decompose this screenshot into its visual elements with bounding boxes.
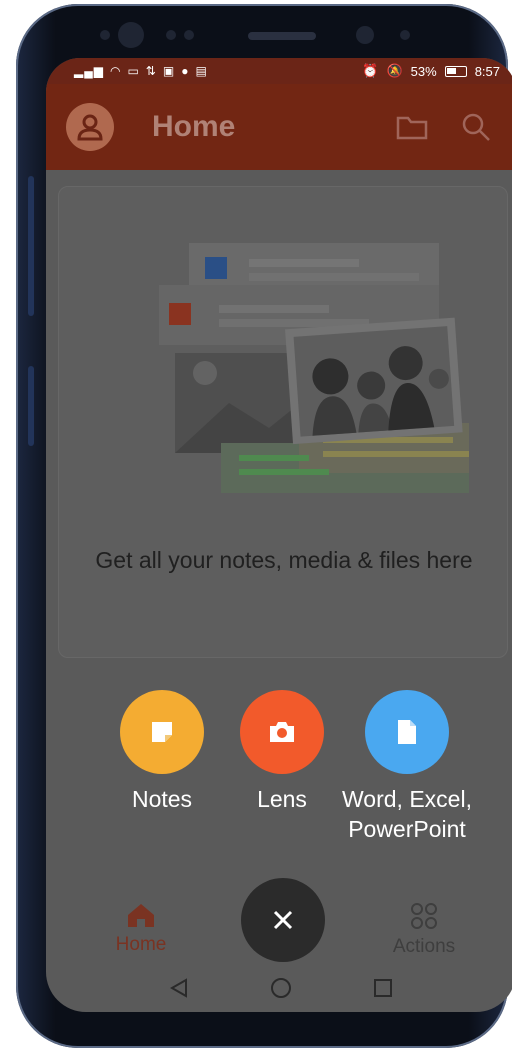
folder-button[interactable] (392, 107, 432, 147)
system-navigation-bar (46, 964, 512, 1012)
cast-icon: ▭ (127, 64, 140, 78)
status-icons-right: ⏰ 🔕 53% 8:57 (362, 63, 500, 79)
empty-state-card: Get all your notes, media & files here (58, 186, 508, 658)
sensor-dot (118, 22, 144, 48)
office-docs-option[interactable]: Word, Excel, PowerPoint (332, 690, 482, 844)
lens-button[interactable] (240, 690, 324, 774)
back-button[interactable] (164, 973, 194, 1003)
notes-label: Notes (131, 786, 193, 812)
empty-state-message: Get all your notes, media & files here (95, 547, 473, 573)
notes-option[interactable]: Notes (92, 690, 232, 814)
folder-icon (396, 116, 428, 140)
search-icon (462, 113, 490, 141)
page-title: Home (152, 110, 236, 143)
person-icon (77, 114, 103, 141)
battery-percent: 53% (410, 63, 437, 79)
bottom-navigation: Home Actions (46, 878, 512, 962)
alarm-icon: ⏰ (362, 63, 379, 78)
actions-grid-icon (411, 903, 437, 929)
sync-icon: ⇅ (145, 64, 157, 78)
office-docs-label-line2: PowerPoint (348, 816, 466, 842)
back-triangle-icon (169, 978, 187, 998)
close-menu-button[interactable] (241, 878, 325, 962)
search-button[interactable] (456, 107, 496, 147)
nav-home[interactable]: Home (81, 902, 201, 956)
lens-option[interactable]: Lens (212, 690, 352, 814)
notes-button[interactable] (120, 690, 204, 774)
screen: ▂▄▆ ◠ ▭ ⇅ ▣ ● ▤ ⏰ 🔕 53% 8:57 Home Get al… (46, 58, 512, 1012)
home-system-button[interactable] (266, 973, 296, 1003)
home-circle-icon (271, 978, 291, 998)
recents-square-icon (374, 979, 392, 997)
office-docs-label: Word, Excel, PowerPoint (332, 784, 482, 844)
app-bar: Home (46, 84, 512, 170)
sensor-dot (400, 30, 410, 40)
status-time: 8:57 (474, 63, 500, 79)
home-icon (128, 904, 154, 927)
sticky-note-icon (152, 722, 172, 742)
status-bar: ▂▄▆ ◠ ▭ ⇅ ▣ ● ▤ ⏰ 🔕 53% 8:57 (46, 58, 512, 84)
document-icon (398, 720, 416, 744)
lens-label: Lens (257, 786, 307, 812)
office-docs-label-line1: Word, Excel, (342, 786, 472, 812)
front-camera (356, 26, 374, 44)
avatar[interactable] (66, 103, 114, 151)
sensor-dot (184, 30, 194, 40)
camera-icon (270, 722, 294, 742)
close-icon (273, 910, 293, 930)
sensor-dot (166, 30, 176, 40)
recents-button[interactable] (368, 973, 398, 1003)
chat-icon: ● (181, 64, 190, 78)
battery-icon (444, 65, 467, 77)
status-icons-left: ▂▄▆ ◠ ▭ ⇅ ▣ ● ▤ (74, 64, 208, 78)
office-docs-button[interactable] (365, 690, 449, 774)
empty-state-illustration (159, 243, 469, 493)
sensor-dot (100, 30, 110, 40)
nav-home-label: Home (115, 934, 167, 955)
nav-actions[interactable]: Actions (364, 902, 484, 958)
wifi-icon: ◠ (109, 64, 122, 78)
linkedin-icon: ▣ (162, 64, 176, 78)
volume-button (28, 176, 34, 316)
photo-people-icon (285, 317, 463, 445)
phone-frame: ▂▄▆ ◠ ▭ ⇅ ▣ ● ▤ ⏰ 🔕 53% 8:57 Home Get al… (16, 4, 512, 1048)
earpiece-speaker (248, 32, 316, 40)
bell-off-icon: 🔕 (386, 63, 403, 78)
signal-icon: ▂▄▆ (74, 64, 104, 78)
news-icon: ▤ (195, 64, 208, 78)
nav-actions-label: Actions (392, 936, 456, 957)
power-button (28, 366, 34, 446)
